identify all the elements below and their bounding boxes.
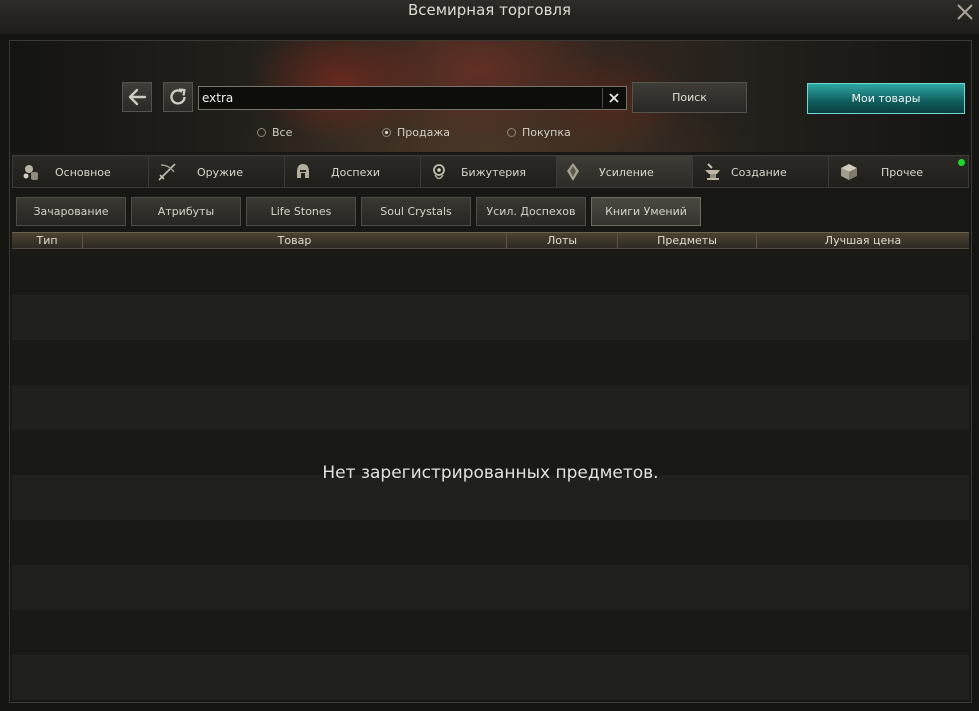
subtab-skill-books[interactable]: Книги Умений [591,197,701,226]
tab-enhancement[interactable]: Усиление [556,155,692,188]
column-lots[interactable]: Лоты [506,233,617,248]
close-icon [957,4,973,20]
tab-misc-label: Прочее [881,166,924,179]
subtab-attributes[interactable]: Атрибуты [131,197,241,226]
jewelry-icon [433,164,445,180]
back-button[interactable] [122,82,152,112]
tab-weapon-label: Оружие [197,166,243,179]
column-type[interactable]: Тип [12,233,82,248]
filter-sale-label: Продажа [397,125,450,139]
basic-items-icon [23,165,38,180]
radio-on-icon [382,127,391,137]
weapon-icon [158,163,176,181]
subtab-soul-crystals[interactable]: Soul Crystals [361,197,471,226]
filter-all-label: Все [272,125,293,139]
enhancement-crystal-icon [567,163,579,181]
window-title: Всемирная торговля [407,1,572,19]
tab-weapon[interactable]: Оружие [148,155,284,188]
tab-crafting[interactable]: Создание [692,155,828,188]
title-bar: Всемирная торговля [0,0,979,34]
misc-box-icon [841,164,857,180]
empty-results-message: Нет зарегистрированных предметов. [322,463,659,483]
search-button[interactable]: Поиск [632,82,747,113]
search-field[interactable] [198,86,627,110]
filter-sale-radio[interactable]: Продажа [382,125,450,139]
clear-search-button[interactable] [602,88,625,108]
tab-armor-label: Доспехи [331,166,380,179]
filter-all-radio[interactable]: Все [257,125,292,139]
crafting-anvil-icon [705,163,720,180]
table-header: Тип Товар Лоты Предметы Лучшая цена [12,232,969,249]
tab-misc[interactable]: Прочее [828,155,969,188]
close-button[interactable] [953,0,977,24]
tab-basic-label: Основное [55,166,111,179]
search-input[interactable] [202,88,597,108]
subtab-enchant[interactable]: Зачарование [16,197,126,226]
refresh-button[interactable] [163,82,193,112]
column-best-price[interactable]: Лучшая цена [756,233,969,248]
filter-purchase-label: Покупка [522,125,571,139]
my-goods-button[interactable]: Мои товары [807,83,965,114]
tab-crafting-label: Создание [731,166,787,179]
tab-basic[interactable]: Основное [12,155,148,188]
category-tabs: Основное Оружие Доспехи Бижутерия Усилен… [12,155,969,188]
tab-jewelry-label: Бижутерия [461,166,527,179]
tab-enhancement-label: Усиление [599,166,654,179]
armor-helmet-icon [297,164,309,178]
status-indicator-dot [958,159,965,166]
refresh-icon [170,88,186,105]
subtab-armor-enhance[interactable]: Усил. Доспехов [476,197,586,226]
filter-purchase-radio[interactable]: Покупка [507,125,571,139]
tab-jewelry[interactable]: Бижутерия [420,155,556,188]
arrow-left-icon [128,88,147,106]
clear-x-icon [609,93,619,103]
tab-armor[interactable]: Доспехи [284,155,420,188]
column-item[interactable]: Товар [82,233,506,248]
column-items[interactable]: Предметы [617,233,756,248]
radio-off-icon [257,127,266,137]
radio-off-icon [507,127,516,137]
subtab-life-stones[interactable]: Life Stones [246,197,356,226]
